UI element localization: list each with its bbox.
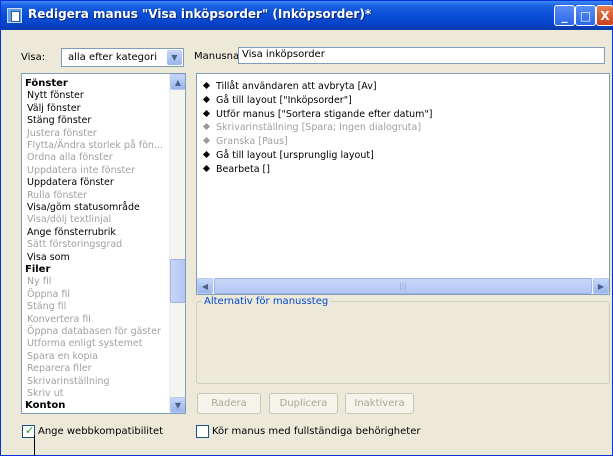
script-step[interactable]: Granska [Paus] (202, 135, 288, 148)
script-step[interactable]: Tillåt användaren att avbryta [Av] (202, 80, 377, 93)
step-diamond-icon (202, 81, 211, 90)
chevron-down-icon[interactable]: ▼ (167, 50, 182, 65)
script-command-list[interactable]: Fönster Nytt fönster Välj fönster Stäng fön… (21, 73, 186, 414)
full-access-label: Kör manus med fullständiga behörigheter (212, 426, 421, 437)
step-diamond-icon (202, 109, 211, 117)
list-item[interactable]: Öppna databasen för gäster (27, 326, 161, 338)
list-item[interactable]: Uppdatera inte fönster (27, 165, 135, 177)
app-icon (7, 8, 22, 23)
script-step-text: Utför manus ["Sortera stigande efter dat… (216, 108, 433, 120)
delete-button[interactable]: Radera (197, 393, 261, 414)
list-item[interactable]: Spara en kopia (27, 351, 98, 363)
list-item[interactable]: Ange fönsterrubrik (27, 227, 116, 239)
step-options-group: Alternativ för manussteg (196, 296, 610, 384)
script-step-text: Gå till layout [ursprunglig layout] (216, 150, 374, 161)
scroll-up-arrow-icon[interactable]: ▲ (170, 74, 185, 90)
steps-horizontal-scrollbar[interactable]: ◀ ||| ▶ (197, 278, 609, 294)
list-item[interactable]: Nytt fönster (27, 90, 84, 102)
text-cursor-icon (34, 435, 35, 456)
step-options-legend: Alternativ för manussteg (202, 296, 331, 307)
list-item[interactable]: Skriv ut (27, 388, 63, 400)
script-name-input[interactable]: Visa inköpsorder (238, 47, 605, 64)
filter-dropdown-value: alla efter kategori (68, 52, 158, 63)
checkmark-icon: ✓ (25, 424, 35, 437)
script-editor-window: Redigera manus "Visa inköpsorder" (Inköp… (0, 0, 613, 456)
step-diamond-icon (202, 95, 211, 103)
window-title: Redigera manus "Visa inköpsorder" (Inköp… (28, 7, 372, 21)
script-step-text: Granska [Paus] (216, 136, 288, 148)
steps-scroll-thumb[interactable]: ||| (214, 278, 592, 294)
step-diamond-icon (202, 164, 211, 172)
list-category[interactable]: Konton (25, 400, 65, 412)
list-item[interactable]: Stäng fil (27, 301, 66, 313)
list-item[interactable]: Välj fönster (27, 103, 80, 115)
script-step-text: Skrivarinställning [Spara; Ingen dialogr… (216, 122, 422, 134)
list-item[interactable]: Visa/dölj textlinjal (27, 214, 111, 226)
list-category[interactable]: Fönster (25, 78, 68, 90)
script-step[interactable]: Utför manus ["Sortera stigande efter dat… (202, 108, 433, 121)
scroll-left-arrow-icon[interactable]: ◀ (197, 278, 213, 294)
script-step-text: Bearbeta [] (216, 163, 270, 175)
list-item[interactable]: Stäng fönster (27, 115, 91, 127)
close-button[interactable]: X (596, 5, 613, 26)
list-item[interactable]: Reparera filer (27, 363, 92, 375)
list-item[interactable]: Visa som (27, 252, 70, 264)
script-step[interactable]: Gå till layout ["Inköpsorder"] (202, 94, 352, 107)
script-step[interactable]: Gå till layout [ursprunglig layout] (202, 149, 374, 162)
scroll-down-arrow-icon[interactable]: ▼ (170, 397, 185, 413)
maximize-button[interactable]: □ (575, 5, 596, 26)
list-category[interactable]: Filer (25, 264, 50, 276)
filter-dropdown[interactable]: alla efter kategori ▼ (61, 48, 184, 67)
list-item[interactable]: Utforma enligt systemet (27, 338, 143, 350)
scroll-right-arrow-icon[interactable]: ▶ (593, 278, 609, 294)
filter-label: Visa: (21, 52, 46, 63)
disable-button[interactable]: Inaktivera (345, 393, 414, 414)
list-item[interactable]: Uppdatera fönster (27, 177, 114, 189)
script-step[interactable]: Skrivarinställning [Spara; Ingen dialogr… (202, 121, 422, 134)
script-steps-panel[interactable]: Tillåt användaren att avbryta [Av] Gå til… (196, 73, 610, 295)
list-item[interactable]: Öppna fil (27, 289, 70, 301)
script-step-text: Gå till layout ["Inköpsorder"] (216, 94, 352, 106)
minimize-button[interactable]: _ (554, 5, 575, 26)
step-diamond-icon (202, 123, 211, 131)
list-vertical-scrollbar[interactable]: ▲ ▼ (169, 74, 185, 413)
list-item[interactable]: Ordna alla fönster (27, 152, 113, 164)
step-diamond-icon (202, 137, 211, 145)
list-item[interactable]: Rulla fönster (27, 190, 87, 202)
step-diamond-icon (202, 150, 211, 159)
script-step-text: Tillåt användaren att avbryta [Av] (216, 81, 377, 92)
script-step[interactable]: Bearbeta [] (202, 163, 270, 176)
full-access-checkbox[interactable] (196, 425, 209, 438)
title-bar[interactable]: Redigera manus "Visa inköpsorder" (Inköp… (1, 1, 613, 30)
list-item[interactable]: Konvertera fil (27, 314, 91, 326)
list-item[interactable]: Flytta/Ändra storlek på fön... (27, 140, 163, 152)
list-item[interactable]: Sätt förstoringsgrad (27, 239, 122, 251)
web-compat-label: Ange webbkompatibilitet (38, 426, 164, 437)
list-item[interactable]: Justera fönster (27, 128, 97, 140)
duplicate-button[interactable]: Duplicera (269, 393, 338, 414)
list-item[interactable]: Ny fil (27, 276, 51, 288)
list-item[interactable]: Visa/göm statusområde (27, 202, 140, 214)
list-scroll-thumb[interactable] (170, 259, 185, 303)
list-item[interactable]: Skrivarinställning (27, 376, 110, 388)
